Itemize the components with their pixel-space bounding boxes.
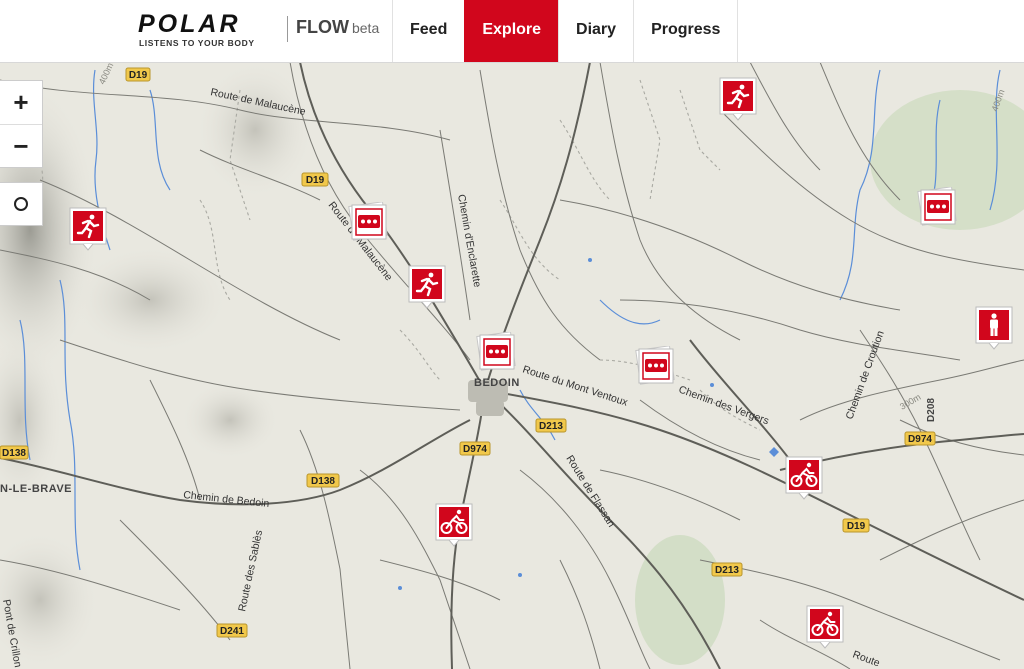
tab-progress[interactable]: Progress xyxy=(633,0,739,62)
main-nav: Feed Explore Diary Progress xyxy=(392,0,739,62)
multi-activity-marker[interactable] xyxy=(347,202,391,246)
svg-text:D138: D138 xyxy=(2,448,26,459)
svg-text:D19: D19 xyxy=(129,70,148,81)
road-shield: D213 xyxy=(711,562,743,577)
multi-activity-marker[interactable] xyxy=(916,187,960,231)
road-shield: D974 xyxy=(904,431,936,446)
road-shield: D241 xyxy=(216,623,248,638)
locate-icon xyxy=(14,197,28,211)
road-shield: D138 xyxy=(0,445,29,460)
product-suffix: beta xyxy=(351,20,380,36)
logo-divider xyxy=(287,16,288,42)
more-icon xyxy=(361,219,377,224)
running-activity-marker[interactable] xyxy=(408,265,448,309)
product-name: FLOW xyxy=(296,17,349,37)
road-shield: D213 xyxy=(535,418,567,433)
other-activity-marker[interactable] xyxy=(975,306,1015,350)
svg-text:D208: D208 xyxy=(926,398,937,422)
road-shield: D19 xyxy=(125,67,151,82)
polar-logo[interactable]: POLAR LISTENS TO YOUR BODY xyxy=(138,10,278,50)
place-label: N-LE-BRAVE xyxy=(0,483,72,495)
zoom-in-button[interactable]: + xyxy=(0,81,42,124)
road-shield: D19 xyxy=(301,172,329,187)
svg-text:D19: D19 xyxy=(847,521,866,532)
running-activity-marker[interactable] xyxy=(719,77,759,121)
road-shield: D138 xyxy=(306,473,340,488)
cycling-activity-marker[interactable] xyxy=(806,605,846,649)
svg-text:D213: D213 xyxy=(539,421,563,432)
tab-feed[interactable]: Feed xyxy=(392,0,464,62)
top-bar: POLAR LISTENS TO YOUR BODY FLOW beta Feed… xyxy=(0,0,1024,63)
svg-text:D138: D138 xyxy=(311,476,335,487)
more-icon xyxy=(648,363,664,368)
more-icon xyxy=(489,349,505,354)
cycling-activity-marker[interactable] xyxy=(435,503,475,547)
locate-button[interactable] xyxy=(0,182,43,226)
road-shield: D974 xyxy=(459,441,491,456)
zoom-out-button[interactable]: − xyxy=(0,124,42,168)
zoom-control: + − xyxy=(0,80,43,168)
place-label: BEDOIN xyxy=(474,377,520,389)
svg-text:D974: D974 xyxy=(908,434,932,445)
running-activity-marker[interactable] xyxy=(69,207,109,251)
more-icon xyxy=(930,204,946,209)
logo-text: POLAR xyxy=(138,10,241,38)
svg-text:D19: D19 xyxy=(306,175,325,186)
tagline: LISTENS TO YOUR BODY xyxy=(139,38,255,48)
multi-activity-marker[interactable] xyxy=(634,346,678,390)
svg-text:D974: D974 xyxy=(463,444,487,455)
road-shield: D19 xyxy=(842,518,870,533)
tab-explore[interactable]: Explore xyxy=(464,0,559,62)
flow-title: FLOW beta xyxy=(296,17,379,38)
tab-diary[interactable]: Diary xyxy=(558,0,633,62)
cycling-activity-marker[interactable] xyxy=(785,456,825,500)
svg-text:D241: D241 xyxy=(220,626,244,637)
multi-activity-marker[interactable] xyxy=(475,332,519,376)
svg-text:D213: D213 xyxy=(715,565,739,576)
road-shield: D208 xyxy=(926,398,937,422)
